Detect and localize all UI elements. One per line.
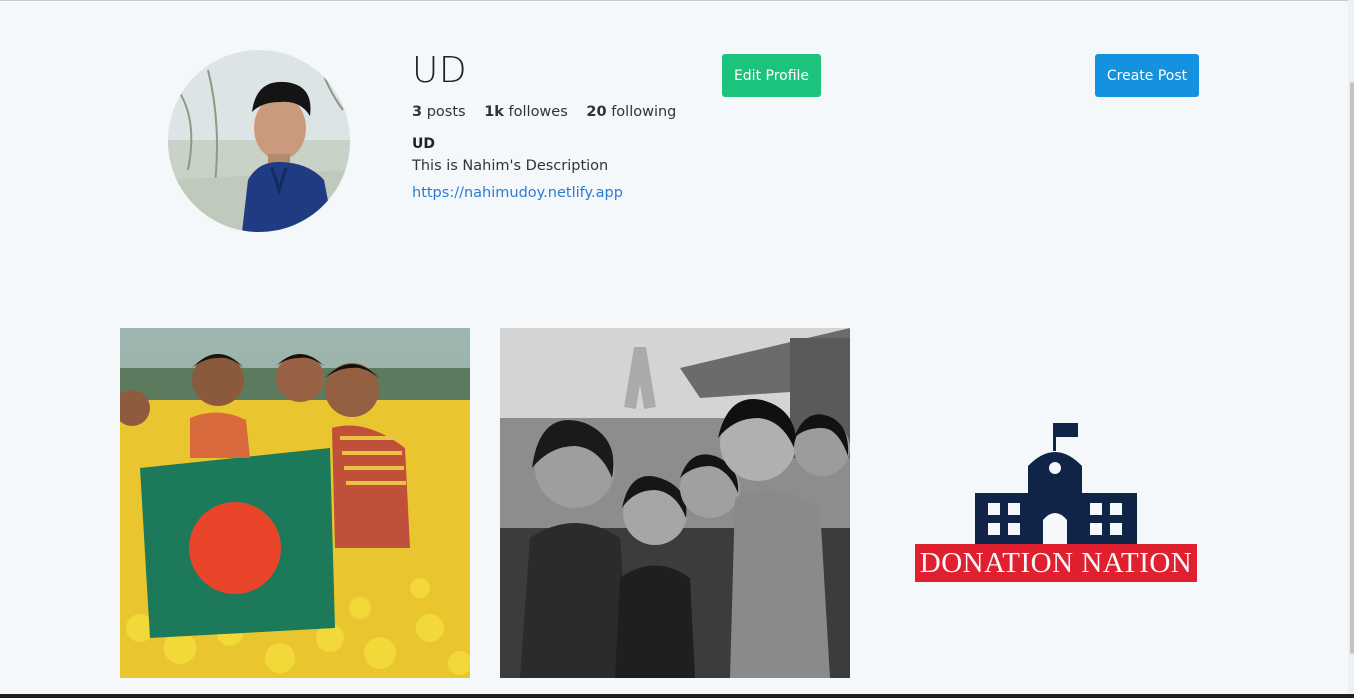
post-image — [120, 328, 470, 678]
post-thumbnail[interactable] — [120, 328, 470, 678]
following-count: 20 — [586, 104, 607, 120]
posts-count: 3 — [412, 104, 423, 120]
followers-count: 1k — [484, 104, 504, 120]
following-label: following — [611, 104, 677, 120]
profile-username: UD — [412, 50, 468, 91]
avatar-photo — [168, 50, 350, 232]
profile-description: This is Nahim's Description — [412, 158, 609, 174]
create-post-button[interactable]: Create Post — [1095, 54, 1199, 97]
post-thumbnail[interactable] — [500, 328, 850, 678]
post-thumbnail[interactable]: DONATION NATION — [880, 328, 1230, 678]
followers-stat[interactable]: 1k followes — [484, 104, 568, 120]
posts-label: posts — [426, 104, 466, 120]
profile-full-name: UD — [412, 136, 435, 152]
scrollbar-thumb[interactable] — [1350, 82, 1354, 654]
post-image — [500, 328, 850, 678]
donation-nation-logo — [880, 328, 1230, 678]
edit-profile-button[interactable]: Edit Profile — [722, 54, 821, 97]
window-top-border — [0, 0, 1354, 1]
profile-avatar[interactable] — [168, 50, 350, 232]
profile-stats: 3 posts 1k followes 20 following — [412, 104, 690, 120]
profile-website-link[interactable]: https://nahimudoy.netlify.app — [412, 185, 623, 201]
following-stat[interactable]: 20 following — [586, 104, 676, 120]
logo-text: DONATION NATION — [919, 547, 1193, 579]
posts-stat: 3 posts — [412, 104, 466, 120]
followers-label: followes — [508, 104, 568, 120]
window-bottom-border — [0, 694, 1354, 698]
